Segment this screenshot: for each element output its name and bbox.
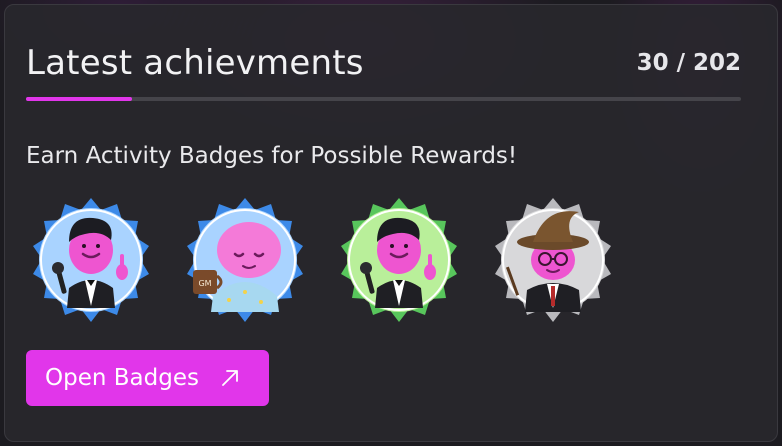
achievements-count: 30 / 202 xyxy=(636,50,741,76)
progress-track xyxy=(26,97,741,101)
achievements-card: Latest achievments 30 / 202 Earn Activit… xyxy=(4,4,778,442)
card-header: Latest achievments 30 / 202 xyxy=(26,43,741,83)
badge-singer-green[interactable] xyxy=(333,196,465,328)
singer-mascot-icon xyxy=(341,198,457,322)
progress-fill xyxy=(26,97,133,101)
badge-gm-coffee[interactable]: GM xyxy=(179,196,311,328)
arrow-up-right-icon xyxy=(222,370,238,386)
card-subtitle: Earn Activity Badges for Possible Reward… xyxy=(26,143,518,169)
card-title: Latest achievments xyxy=(26,43,364,83)
coffee-mascot-icon: GM xyxy=(187,198,303,322)
badge-singer-blue[interactable] xyxy=(25,196,157,328)
open-badges-label: Open Badges xyxy=(45,365,199,391)
badge-list: GM xyxy=(25,196,619,328)
svg-text:GM: GM xyxy=(198,279,211,288)
singer-mascot-icon xyxy=(33,198,149,322)
wizard-mascot-icon xyxy=(495,198,611,322)
open-badges-button[interactable]: Open Badges xyxy=(26,350,269,406)
badge-wizard[interactable] xyxy=(487,196,619,328)
